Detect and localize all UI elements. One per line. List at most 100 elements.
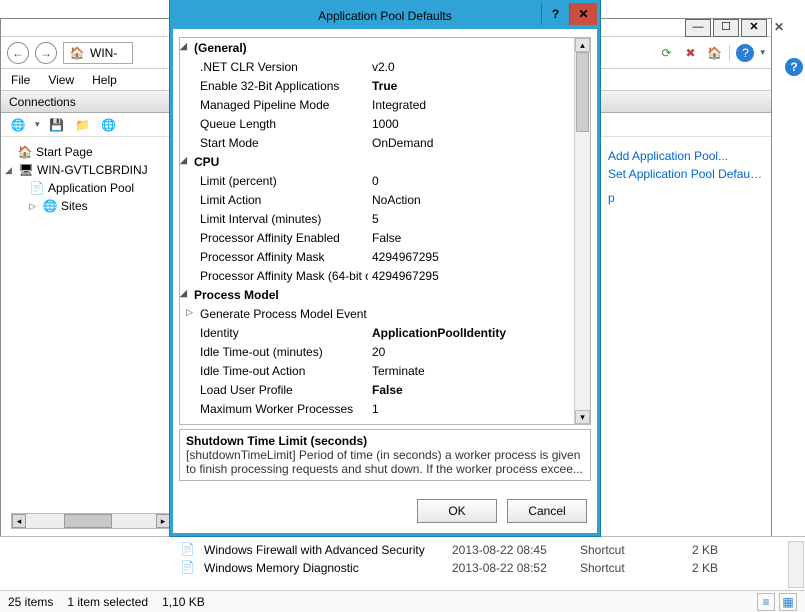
scroll-left-icon[interactable]: ◂ — [12, 514, 26, 528]
status-size: 1,10 KB — [162, 595, 205, 609]
scroll-up-icon[interactable]: ▴ — [575, 38, 590, 52]
file-date: 2013-08-22 08:45 — [452, 543, 572, 557]
file-name: Windows Firewall with Advanced Security — [204, 543, 444, 557]
scroll-thumb[interactable] — [64, 514, 112, 528]
prop-limit-interval[interactable]: Limit Interval (minutes)5 — [180, 209, 574, 228]
browse-icon[interactable]: 📁 — [74, 116, 92, 134]
prop-affinity-mask[interactable]: Processor Affinity Mask4294967295 — [180, 247, 574, 266]
prop-net-clr-version[interactable]: .NET CLR Versionv2.0 — [180, 57, 574, 76]
list-item[interactable]: 📄 Windows Firewall with Advanced Securit… — [180, 541, 787, 559]
stop-icon[interactable]: ✖ — [681, 44, 699, 62]
scroll-right-icon[interactable]: ▸ — [156, 514, 170, 528]
file-date: 2013-08-22 08:52 — [452, 561, 572, 575]
file-name: Windows Memory Diagnostic — [204, 561, 444, 575]
dialog-button-row: OK Cancel — [417, 499, 587, 523]
prop-limit-percent[interactable]: Limit (percent)0 — [180, 171, 574, 190]
divider — [729, 45, 730, 61]
home-button-icon[interactable]: 🏠 — [705, 44, 723, 62]
menu-view[interactable]: View — [48, 73, 74, 87]
dialog-help-button[interactable]: ? — [541, 3, 569, 25]
ok-button[interactable]: OK — [417, 499, 497, 523]
property-description: Shutdown Time Limit (seconds) [shutdownT… — [179, 429, 591, 481]
status-selected: 1 item selected — [67, 595, 148, 609]
action-set-defaults[interactable]: Set Application Pool Defaults... — [608, 165, 763, 183]
app-pool-defaults-dialog: Application Pool Defaults ? ✕ ◢(General)… — [170, 0, 600, 536]
prop-limit-action[interactable]: Limit ActionNoAction — [180, 190, 574, 209]
action-add-app-pool[interactable]: Add Application Pool... — [608, 147, 763, 165]
prop-affinity-enabled[interactable]: Processor Affinity EnabledFalse — [180, 228, 574, 247]
actions-panel: Add Application Pool... Set Application … — [608, 147, 763, 207]
app-pools-icon: 📄 — [29, 180, 45, 196]
prop-start-mode[interactable]: Start ModeOnDemand — [180, 133, 574, 152]
tree-sites-label: Sites — [61, 199, 88, 213]
file-type: Shortcut — [580, 561, 660, 575]
view-tiles-icon[interactable]: ▦ — [779, 593, 797, 611]
server-icon: 🖥 — [18, 162, 34, 178]
home-icon: 🏠 — [68, 44, 86, 62]
prop-max-worker-processes[interactable]: Maximum Worker Processes1 — [180, 399, 574, 418]
menu-help[interactable]: Help — [92, 73, 117, 87]
property-grid: ◢(General) .NET CLR Versionv2.0 Enable 3… — [179, 37, 591, 425]
prop-identity[interactable]: IdentityApplicationPoolIdentity — [180, 323, 574, 342]
description-body: [shutdownTimeLimit] Period of time (in s… — [186, 448, 584, 476]
cancel-button[interactable]: Cancel — [507, 499, 587, 523]
prop-gen-event[interactable]: ▷Generate Process Model Event L — [180, 304, 574, 323]
property-grid-scrollbar[interactable]: ▴ ▾ — [574, 38, 590, 424]
prop-affinity-mask-64[interactable]: Processor Affinity Mask (64-bit o4294967… — [180, 266, 574, 285]
maximize-button[interactable]: ☐ — [713, 19, 739, 37]
collapse-icon[interactable]: ◢ — [180, 41, 190, 52]
prop-pipeline-mode[interactable]: Managed Pipeline ModeIntegrated — [180, 95, 574, 114]
minimize-button[interactable]: — — [685, 19, 711, 37]
dialog-close-button[interactable]: ✕ — [569, 3, 597, 25]
description-title: Shutdown Time Limit (seconds) — [186, 434, 584, 448]
shortcut-icon: 📄 — [180, 542, 196, 558]
connect-dropdown-icon[interactable]: ▾ — [35, 119, 40, 130]
explorer-vscrollbar[interactable] — [788, 541, 804, 588]
collapse-icon[interactable]: ◢ — [180, 288, 190, 299]
explorer-status-bar: 25 items 1 item selected 1,10 KB ≡ ▦ — [0, 590, 805, 612]
save-icon[interactable]: 💾 — [48, 116, 66, 134]
expand-icon[interactable]: ▷ — [186, 307, 196, 318]
background-close-icon: ✕ — [774, 20, 784, 34]
nav-back-button[interactable]: ← — [7, 42, 29, 64]
nav-forward-button[interactable]: → — [35, 42, 57, 64]
tree-app-pools-label: Application Pool — [48, 181, 134, 195]
dialog-title: Application Pool Defaults — [318, 9, 451, 23]
prop-idle-action[interactable]: Idle Time-out ActionTerminate — [180, 361, 574, 380]
collapse-icon[interactable]: ◢ — [180, 155, 190, 166]
help-dropdown-icon[interactable]: ▾ — [760, 47, 765, 58]
help-icon[interactable]: ? — [736, 44, 754, 62]
category-process-model[interactable]: ◢Process Model — [180, 285, 574, 304]
view-details-icon[interactable]: ≡ — [757, 593, 775, 611]
file-type: Shortcut — [580, 543, 660, 557]
expand-icon[interactable]: ▷ — [29, 201, 39, 212]
scroll-down-icon[interactable]: ▾ — [575, 410, 590, 424]
prop-enable-32bit[interactable]: Enable 32-Bit ApplicationsTrue — [180, 76, 574, 95]
up-icon[interactable]: 🌐 — [100, 116, 118, 134]
category-general[interactable]: ◢(General) — [180, 38, 574, 57]
address-text: WIN- — [90, 46, 117, 60]
connect-icon[interactable]: 🌐 — [9, 116, 27, 134]
side-help-icon[interactable]: ? — [785, 58, 803, 76]
action-help[interactable]: p — [608, 189, 763, 207]
file-list: 📄 Windows Firewall with Advanced Securit… — [180, 541, 787, 577]
tree-start-page-label: Start Page — [36, 145, 93, 159]
close-button[interactable]: ✕ — [741, 19, 767, 37]
sites-icon: 🌐 — [42, 198, 58, 214]
address-box[interactable]: 🏠 WIN- — [63, 42, 133, 64]
file-size: 2 KB — [668, 543, 718, 557]
prop-queue-length[interactable]: Queue Length1000 — [180, 114, 574, 133]
list-item[interactable]: 📄 Windows Memory Diagnostic 2013-08-22 0… — [180, 559, 787, 577]
tree-hscrollbar[interactable]: ◂ ▸ — [11, 513, 171, 529]
prop-idle-timeout[interactable]: Idle Time-out (minutes)20 — [180, 342, 574, 361]
explorer-window: 📄 Windows Firewall with Advanced Securit… — [0, 536, 805, 612]
tree-server-label: WIN-GVTLCBRDINJ — [37, 163, 148, 177]
category-cpu[interactable]: ◢CPU — [180, 152, 574, 171]
dialog-titlebar: Application Pool Defaults ? ✕ — [173, 3, 597, 29]
expand-icon[interactable]: ◢ — [5, 165, 15, 176]
scroll-thumb[interactable] — [576, 52, 589, 132]
menu-file[interactable]: File — [11, 73, 30, 87]
refresh-icon[interactable]: ⟳ — [657, 44, 675, 62]
shortcut-icon: 📄 — [180, 560, 196, 576]
prop-load-user-profile[interactable]: Load User ProfileFalse — [180, 380, 574, 399]
